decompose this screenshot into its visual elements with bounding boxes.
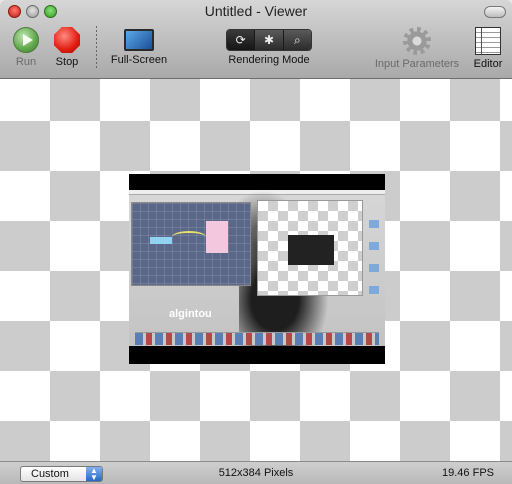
- refresh-icon[interactable]: ⟳: [227, 30, 255, 50]
- toolbar: Untitled - Viewer Run Stop Full-Screen ⟳…: [0, 0, 512, 79]
- toolbar-separator: [96, 26, 97, 70]
- fullscreen-button[interactable]: Full-Screen: [106, 27, 172, 66]
- monitor-icon: [124, 29, 154, 51]
- magnifier-icon[interactable]: ⌕: [282, 30, 311, 50]
- run-label: Run: [15, 56, 37, 68]
- fullscreen-label: Full-Screen: [110, 54, 168, 66]
- resolution-readout: 512x384 Pixels: [218, 467, 294, 479]
- editor-button[interactable]: Editor: [470, 27, 506, 70]
- gear-icon: [403, 27, 431, 55]
- run-button[interactable]: Run: [11, 27, 41, 68]
- editor-icon: [475, 27, 501, 55]
- window-title: Untitled - Viewer: [204, 3, 308, 19]
- preview-nested-render: [288, 235, 334, 265]
- preview-desktop-icons: [369, 220, 379, 300]
- input-parameters-label: Input Parameters: [374, 58, 460, 70]
- preview-connection: [172, 231, 206, 243]
- preview-patch-node: [150, 237, 172, 244]
- input-parameters-button[interactable]: Input Parameters: [370, 27, 464, 70]
- viewer-window: Untitled - Viewer Run Stop Full-Screen ⟳…: [0, 0, 512, 484]
- preview-editor-window: [131, 202, 251, 286]
- stop-icon: [54, 27, 80, 53]
- play-icon: [13, 27, 39, 53]
- stop-button[interactable]: Stop: [52, 27, 82, 68]
- editor-label: Editor: [473, 58, 503, 70]
- stop-label: Stop: [55, 56, 79, 68]
- desktop-screenshot: algintou: [129, 190, 385, 346]
- rendering-mode-control: ⟳ ✱ ⌕ Rendering Mode: [222, 27, 316, 66]
- toolbar-toggle-button[interactable]: [484, 6, 506, 18]
- rendered-image: algintou: [129, 174, 385, 364]
- fps-readout: 19.46 FPS: [442, 467, 494, 479]
- bug-icon[interactable]: ✱: [254, 30, 283, 50]
- status-bar: Custom ▲ ▼ 512x384 Pixels 19.46 FPS: [0, 461, 512, 484]
- preview-dock: [135, 332, 379, 345]
- preview-logo: algintou: [169, 308, 212, 320]
- preview-viewer-window: [257, 200, 363, 296]
- preview-patch-node: [206, 221, 228, 253]
- viewer-canvas[interactable]: algintou: [0, 79, 512, 461]
- rendering-mode-segmented: ⟳ ✱ ⌕: [226, 29, 312, 51]
- rendering-mode-label: Rendering Mode: [228, 54, 310, 66]
